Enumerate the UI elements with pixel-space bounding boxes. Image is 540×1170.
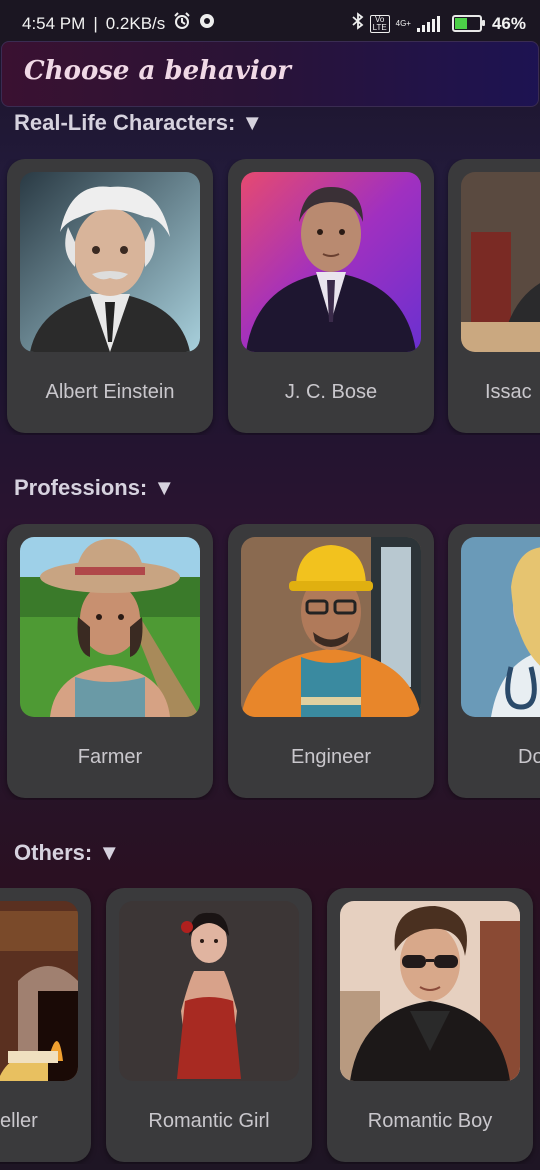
header-bar: Choose a behavior	[1, 41, 539, 107]
romantic-boy-portrait	[340, 901, 520, 1081]
card-romantic-girl[interactable]: Romantic Girl	[106, 888, 312, 1162]
card-label: eller	[0, 1110, 38, 1132]
card-label: Issac	[485, 381, 532, 403]
card-label: Romantic Boy	[367, 1110, 493, 1132]
separator: |	[93, 13, 98, 33]
card-engineer[interactable]: Engineer	[228, 524, 434, 798]
battery-level: 46%	[491, 13, 526, 33]
bluetooth-icon	[352, 12, 364, 35]
card-doctor[interactable]: Do	[448, 524, 540, 798]
storyteller-portrait	[0, 901, 78, 1081]
card-label: J. C. Bose	[284, 381, 378, 403]
card-storyteller[interactable]: eller	[0, 888, 91, 1162]
section-title-professions[interactable]: Professions: ▼	[14, 475, 175, 501]
carousel-real-life[interactable]: Albert Einstein J. C. Bose Issac	[0, 159, 540, 435]
alarm-icon	[173, 12, 191, 35]
app-notification-icon	[199, 13, 215, 34]
romantic-girl-portrait	[119, 901, 299, 1081]
jc-bose-portrait	[241, 172, 421, 352]
card-label: Do	[518, 746, 540, 768]
page-title: Choose a behavior	[24, 56, 291, 86]
network-type: 4G+	[395, 19, 411, 28]
status-bar: 4:54 PM | 0.2KB/s Vo LTE 4G+ 46%	[0, 0, 540, 46]
carousel-professions[interactable]: Farmer Engineer Do	[0, 524, 540, 800]
card-issac[interactable]: Issac	[448, 159, 540, 433]
network-speed: 0.2KB/s	[105, 13, 166, 33]
farmer-portrait	[20, 537, 200, 717]
engineer-portrait	[241, 537, 421, 717]
card-romantic-boy[interactable]: Romantic Boy	[327, 888, 533, 1162]
doctor-portrait	[461, 537, 540, 717]
einstein-portrait	[20, 172, 200, 352]
signal-icon	[416, 15, 440, 32]
card-label: Albert Einstein	[45, 381, 175, 403]
clock: 4:54 PM	[22, 13, 86, 33]
card-jc-bose[interactable]: J. C. Bose	[228, 159, 434, 433]
card-label: Engineer	[290, 746, 372, 768]
card-label: Romantic Girl	[148, 1110, 270, 1132]
card-farmer[interactable]: Farmer	[7, 524, 213, 798]
section-title-real-life[interactable]: Real-Life Characters: ▼	[14, 110, 263, 136]
section-title-others[interactable]: Others: ▼	[14, 840, 120, 866]
card-label: Farmer	[77, 746, 143, 768]
issac-portrait	[461, 172, 540, 352]
carousel-others[interactable]: eller Romantic Girl Romantic Boy	[0, 888, 540, 1164]
battery-icon	[451, 15, 485, 32]
volte-icon: Vo LTE	[369, 14, 390, 33]
card-albert-einstein[interactable]: Albert Einstein	[7, 159, 213, 433]
